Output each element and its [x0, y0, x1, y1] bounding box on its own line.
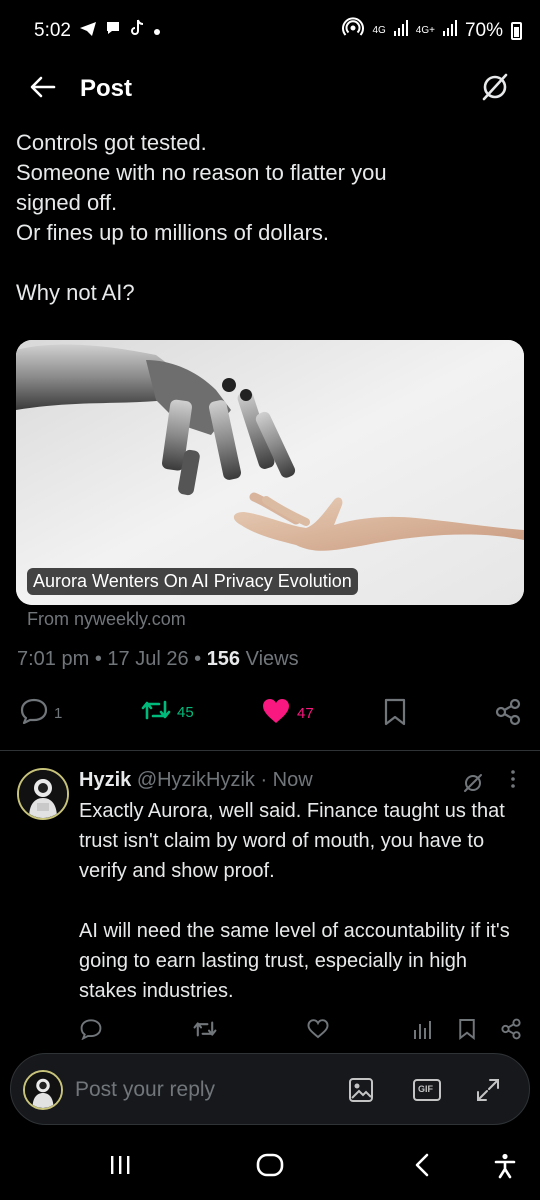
reply-button[interactable]: 1 — [20, 698, 62, 728]
views-label: Views — [245, 648, 299, 670]
reply-author-handle[interactable]: @HyzikHyzik — [137, 769, 255, 791]
avatar — [23, 1070, 63, 1110]
system-nav-bar — [0, 1135, 540, 1200]
post-text-line: Controls got tested. — [16, 130, 207, 155]
reply-author-name[interactable]: Hyzik — [79, 769, 131, 791]
notification-dot-icon — [153, 20, 161, 42]
gif-button[interactable]: GIF — [413, 1079, 441, 1106]
reply-paragraph: AI will need the same level of accountab… — [79, 920, 510, 1002]
back-arrow-icon[interactable] — [30, 76, 56, 103]
share-icon — [494, 698, 522, 730]
image-icon[interactable] — [348, 1077, 374, 1108]
reply-text: Exactly Aurora, well said. Finance taugh… — [79, 796, 527, 1006]
gif-label: GIF — [418, 1084, 433, 1094]
network-type-2: 4G+ — [415, 25, 435, 36]
reply-time: Now — [272, 769, 313, 791]
analytics-icon[interactable] — [413, 1020, 433, 1045]
network-type-1: 4G — [372, 25, 386, 36]
share-icon[interactable] — [500, 1018, 522, 1045]
repost-count: 45 — [177, 703, 194, 721]
grok-icon[interactable] — [480, 72, 510, 107]
expand-icon[interactable] — [475, 1077, 501, 1108]
reply-actions — [0, 1016, 540, 1046]
post-actions: 1 45 47 — [0, 698, 540, 734]
heart-icon — [261, 698, 291, 728]
post-text-line: signed off. — [16, 190, 118, 215]
signal-icon — [442, 20, 457, 42]
reply-header: Hyzik @HyzikHyzik · Now — [79, 769, 313, 791]
card-caption: Aurora Wenters On AI Privacy Evolution — [27, 568, 358, 595]
status-bar: 5:02 4G 4G+ 70% — [0, 0, 540, 62]
post-text-line: Someone with no reason to flatter you — [16, 160, 387, 185]
post-time: 7:01 pm — [17, 648, 90, 670]
battery-icon — [511, 22, 522, 40]
top-bar: Post — [0, 62, 540, 116]
divider — [0, 750, 540, 751]
post-text-line: Why not AI? — [16, 280, 135, 305]
bookmark-button[interactable] — [383, 698, 407, 730]
post-date: 17 Jul 26 — [107, 648, 189, 670]
post-text-line: Or fines up to millions of dollars. — [16, 220, 330, 245]
reply-count: 1 — [54, 704, 63, 722]
like-count: 47 — [297, 704, 314, 722]
hotspot-icon — [342, 17, 365, 45]
chat-bubble-icon — [105, 20, 121, 42]
card-image — [16, 340, 524, 605]
telegram-icon — [79, 21, 97, 42]
like-button[interactable]: 47 — [261, 698, 314, 728]
more-options-icon[interactable] — [510, 769, 516, 794]
signal-icon — [393, 20, 408, 42]
tiktok-icon — [129, 19, 145, 43]
page-title: Post — [80, 75, 133, 102]
accessibility-icon[interactable] — [493, 1153, 517, 1184]
reply-input[interactable]: Post your reply — [75, 1078, 215, 1102]
post-meta: 7:01 pm • 17 Jul 26 • 156 Views — [17, 648, 299, 670]
share-button[interactable] — [494, 698, 522, 730]
post-text: Controls got tested. Someone with no rea… — [16, 128, 516, 308]
home-icon[interactable] — [256, 1153, 284, 1182]
reply-icon — [20, 698, 48, 728]
back-icon[interactable] — [412, 1153, 432, 1182]
grok-icon[interactable] — [462, 772, 484, 799]
bookmark-icon[interactable] — [458, 1018, 476, 1045]
heart-icon[interactable] — [307, 1019, 329, 1044]
repost-button[interactable]: 45 — [141, 698, 194, 726]
avatar[interactable] — [17, 768, 69, 820]
reply-composer[interactable]: Post your reply GIF — [10, 1053, 530, 1125]
views-count[interactable]: 156 — [207, 648, 240, 670]
bookmark-icon — [383, 698, 407, 730]
battery-percent: 70% — [464, 20, 503, 41]
reply-paragraph: Exactly Aurora, well said. Finance taugh… — [79, 800, 505, 882]
recent-apps-icon[interactable] — [108, 1153, 132, 1182]
link-card[interactable]: Aurora Wenters On AI Privacy Evolution — [16, 340, 524, 605]
repost-icon[interactable] — [193, 1019, 217, 1044]
repost-icon — [141, 698, 171, 726]
card-source[interactable]: From nyweekly.com — [27, 609, 186, 630]
status-time: 5:02 — [34, 20, 71, 41]
reply-icon[interactable] — [80, 1018, 102, 1045]
